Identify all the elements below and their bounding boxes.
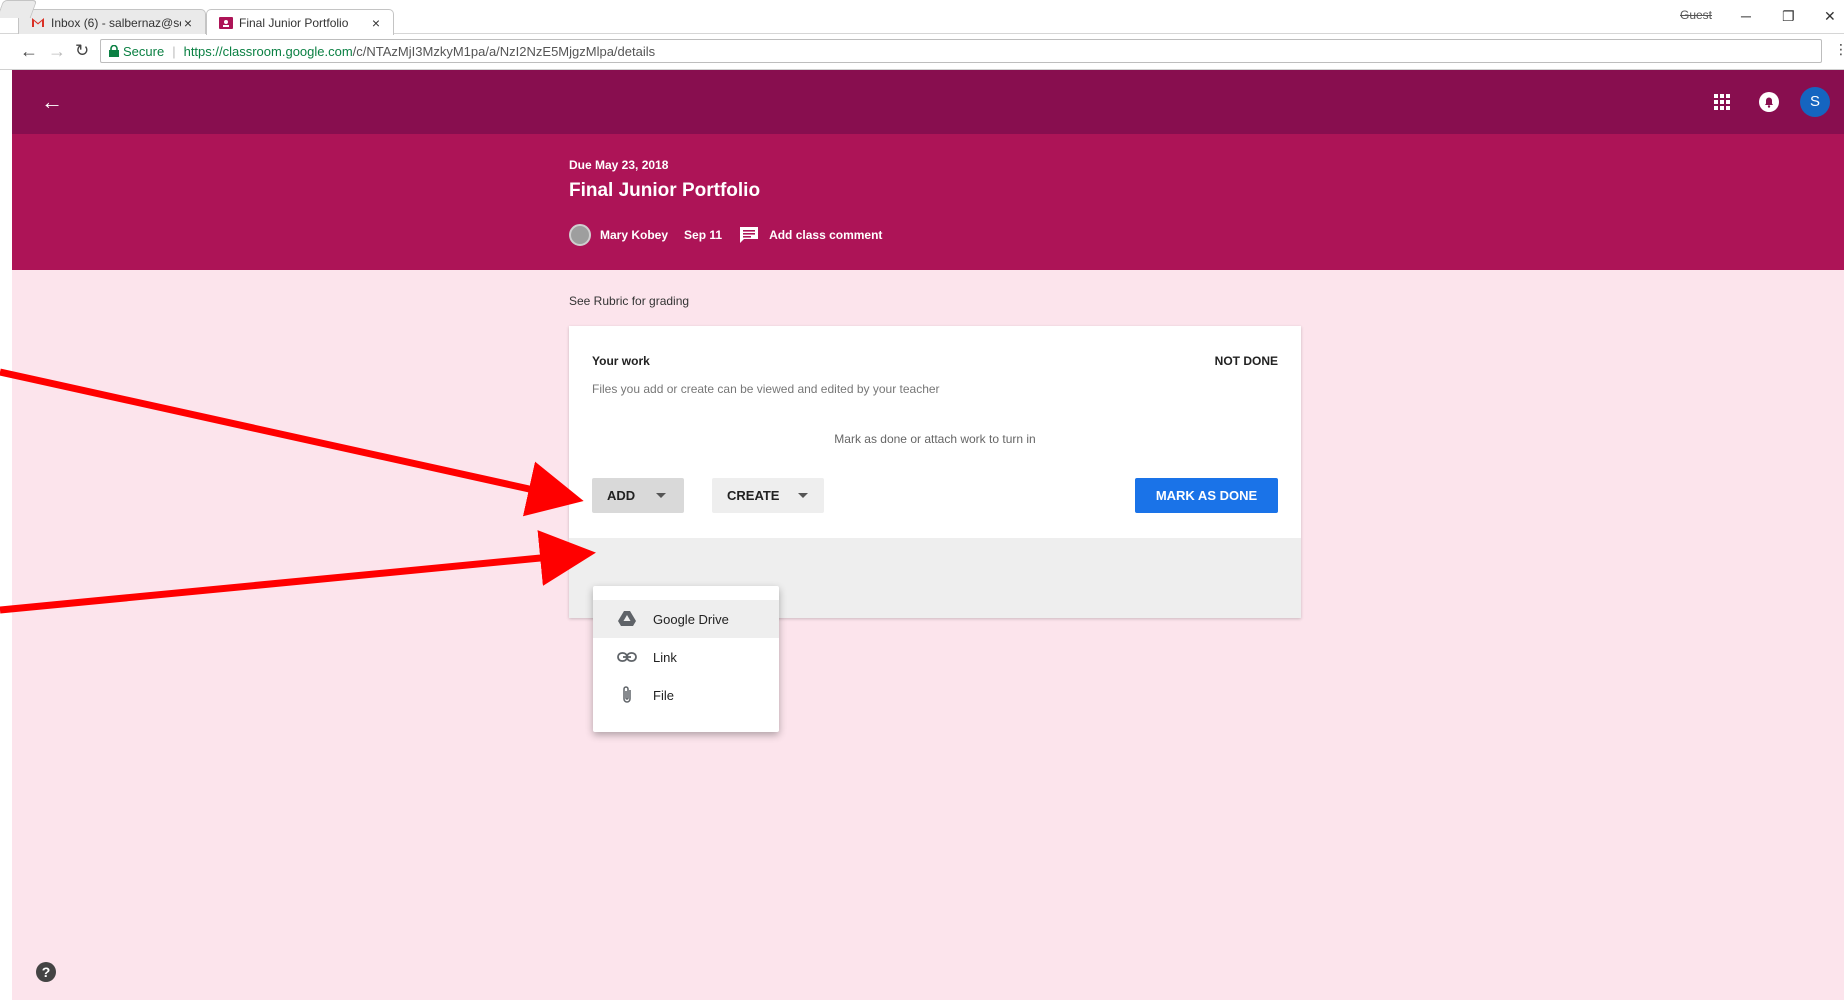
- classroom-page: ← S Due May 23, 2018 Final Junior Portfo…: [12, 70, 1844, 1000]
- paperclip-icon: [617, 685, 637, 705]
- close-icon[interactable]: ×: [181, 15, 195, 31]
- menu-item-label: Google Drive: [653, 611, 729, 627]
- tab-gmail[interactable]: Inbox (6) - salbernaz@se ×: [18, 9, 206, 35]
- add-button-label: ADD: [607, 488, 636, 503]
- svg-text:?: ?: [42, 964, 51, 980]
- assignment-description: See Rubric for grading: [569, 294, 690, 308]
- menu-item-google-drive[interactable]: Google Drive: [593, 600, 779, 638]
- assignment-meta: Mary Kobey Sep 11 Add class comment: [569, 224, 882, 246]
- account-avatar[interactable]: S: [1800, 87, 1830, 117]
- menu-item-label: Link: [653, 649, 677, 665]
- close-window-icon[interactable]: ✕: [1824, 8, 1836, 25]
- window-user-label: Guest: [1680, 8, 1713, 22]
- link-icon: [617, 647, 637, 667]
- apps-grid-icon[interactable]: [1712, 92, 1732, 112]
- status-badge: NOT DONE: [1214, 354, 1278, 368]
- your-work-card: Your work NOT DONE Files you add or crea…: [569, 326, 1301, 618]
- add-button[interactable]: ADD: [592, 478, 684, 513]
- menu-item-link[interactable]: Link: [593, 638, 779, 676]
- create-button[interactable]: CREATE: [712, 478, 824, 513]
- lock-icon: [109, 45, 119, 57]
- back-arrow-icon[interactable]: ←: [38, 88, 66, 116]
- comment-icon[interactable]: [739, 226, 759, 244]
- menu-dots-icon[interactable]: ⋮: [1834, 41, 1844, 58]
- chevron-down-icon: [656, 493, 666, 498]
- address-bar[interactable]: Secure | https://classroom.google.com /c…: [100, 39, 1822, 63]
- url-host: https://classroom.google.com: [183, 43, 353, 59]
- your-work-subtitle: Files you add or create can be viewed an…: [592, 382, 940, 396]
- url-path: /c/NTAzMjI3MzkyM1pa/a/NzI2NzE5MjgzMlpa/d…: [352, 43, 656, 59]
- turn-in-hint: Mark as done or attach work to turn in: [834, 432, 1036, 446]
- tab-title: Final Junior Portfolio: [239, 15, 349, 30]
- chevron-down-icon: [798, 493, 808, 498]
- browser-tab-strip: Inbox (6) - salbernaz@se × Final Junior …: [0, 0, 1844, 35]
- restore-icon[interactable]: ❐: [1782, 8, 1795, 25]
- mark-as-done-button[interactable]: MARK AS DONE: [1135, 478, 1278, 513]
- classroom-icon: [219, 16, 233, 30]
- add-class-comment-link[interactable]: Add class comment: [769, 228, 882, 242]
- minimize-icon[interactable]: ─: [1741, 8, 1751, 24]
- posted-date: Sep 11: [684, 228, 723, 242]
- teacher-avatar: [569, 224, 591, 246]
- assignment-title: Final Junior Portfolio: [569, 180, 761, 201]
- create-button-label: CREATE: [727, 488, 780, 503]
- gmail-icon: [31, 16, 45, 30]
- help-icon[interactable]: ?: [36, 962, 56, 982]
- tab-classroom[interactable]: Final Junior Portfolio ×: [206, 9, 394, 35]
- secure-label: Secure: [123, 43, 165, 59]
- google-drive-icon: [617, 609, 637, 629]
- close-icon[interactable]: ×: [369, 15, 383, 31]
- notifications-icon[interactable]: [1758, 91, 1780, 113]
- tab-title: Inbox (6) - salbernaz@se: [51, 15, 181, 30]
- teacher-name: Mary Kobey: [600, 228, 669, 242]
- menu-item-label: File: [653, 687, 674, 703]
- back-icon[interactable]: ←: [20, 41, 38, 62]
- menu-item-file[interactable]: File: [593, 676, 779, 714]
- due-date: Due May 23, 2018: [569, 158, 669, 172]
- forward-icon[interactable]: →: [48, 41, 66, 62]
- new-tab-button[interactable]: [0, 0, 38, 18]
- reload-icon[interactable]: ↻: [75, 41, 89, 61]
- browser-toolbar: ← → ↻ Secure | https://classroom.google.…: [0, 34, 1844, 70]
- app-bar: ← S: [12, 70, 1844, 134]
- separator: |: [172, 43, 176, 59]
- add-dropdown-menu: Google Drive Link File: [593, 586, 779, 732]
- assignment-header: Due May 23, 2018 Final Junior Portfolio …: [12, 134, 1844, 270]
- your-work-title: Your work: [592, 354, 650, 368]
